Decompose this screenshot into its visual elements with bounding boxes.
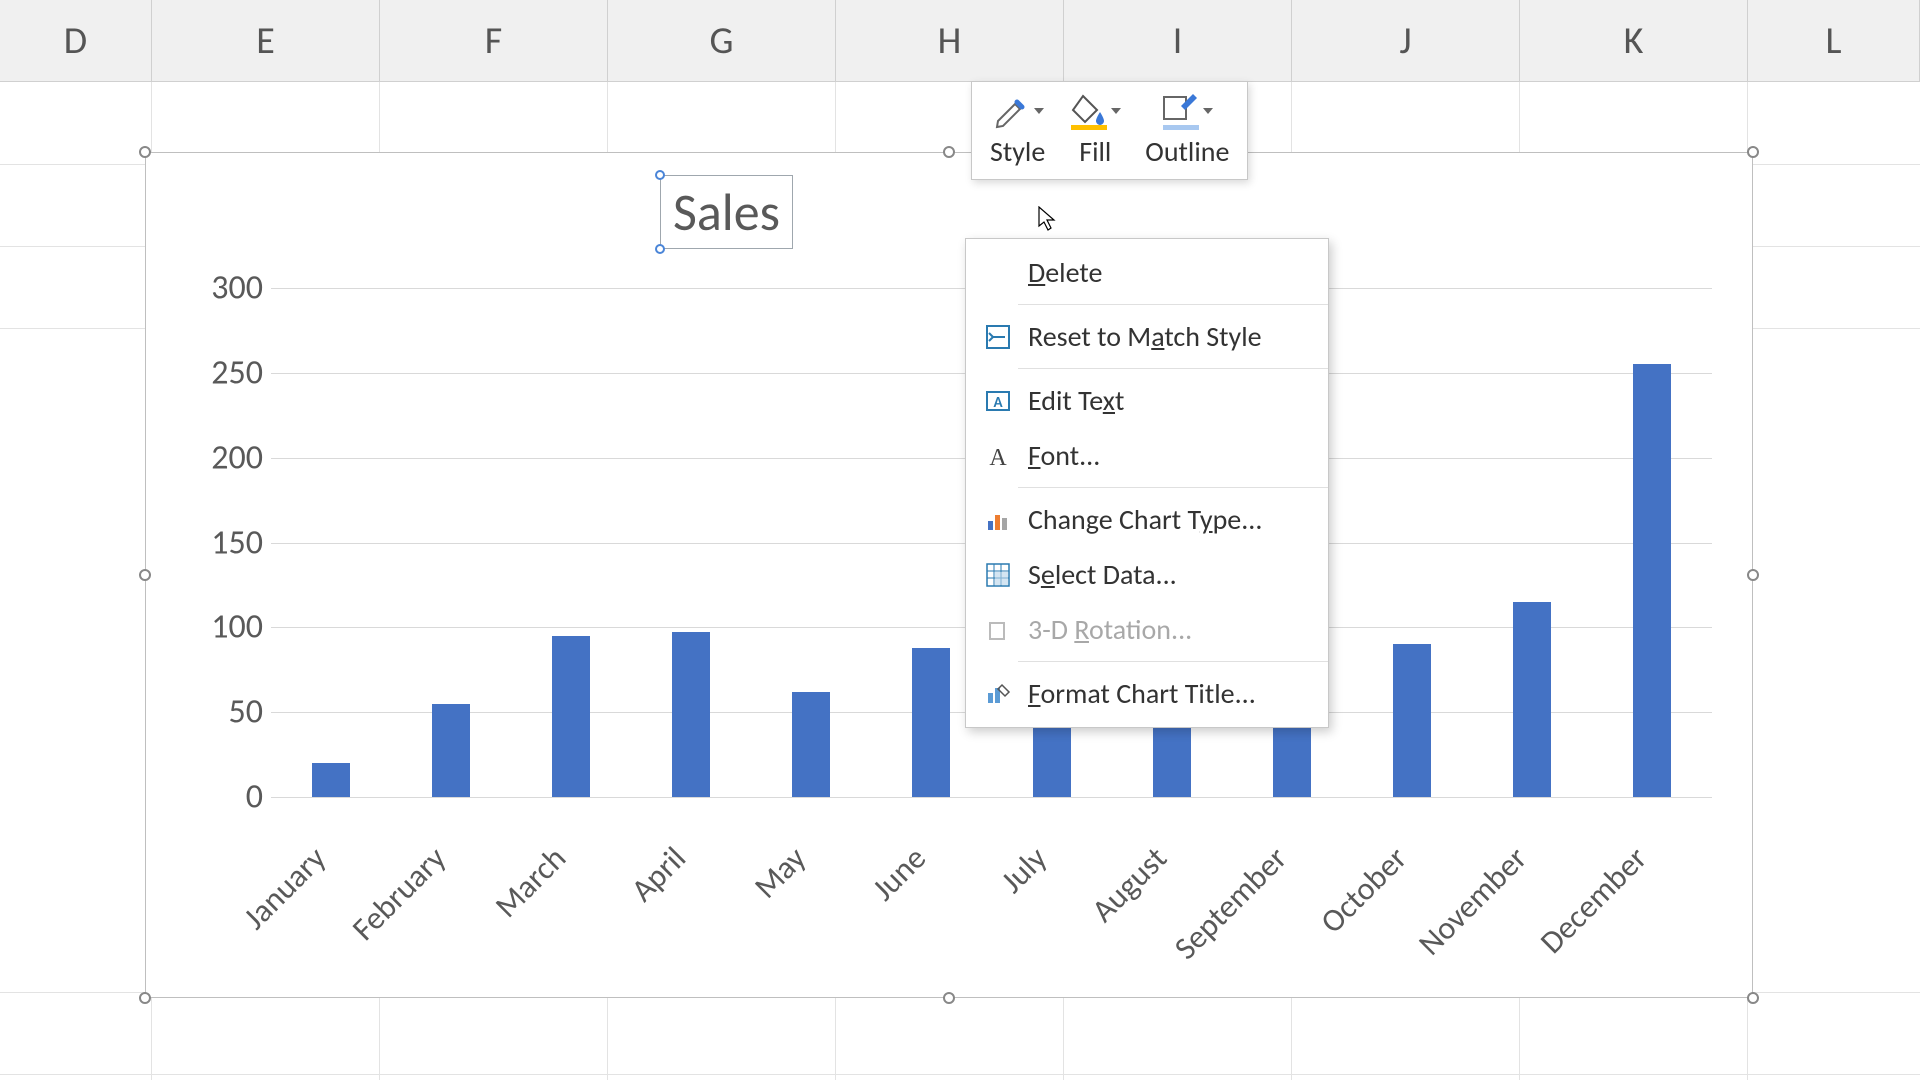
menu-format-chart-title[interactable]: Format Chart Title... xyxy=(966,666,1328,721)
chart-title[interactable]: Sales xyxy=(660,175,793,249)
bar[interactable] xyxy=(432,704,470,797)
menu-separator xyxy=(1018,661,1328,662)
style-button[interactable]: Style xyxy=(980,88,1055,173)
title-handle-tl[interactable] xyxy=(655,170,665,180)
outline-icon xyxy=(1161,92,1201,130)
bar[interactable] xyxy=(672,632,710,797)
menu-font[interactable]: A Font... xyxy=(966,428,1328,483)
menu-delete[interactable]: Delete xyxy=(966,245,1328,300)
outline-label: Outline xyxy=(1145,134,1229,169)
chart-handle-tr[interactable] xyxy=(1747,146,1759,158)
font-icon: A xyxy=(980,441,1016,471)
menu-edit-text[interactable]: A Edit Text xyxy=(966,373,1328,428)
gridline xyxy=(271,797,1712,798)
menu-reset-style[interactable]: Reset to Match Style xyxy=(966,309,1328,364)
mini-toolbar: Style Fill Outline xyxy=(971,81,1248,180)
chart-handle-ml[interactable] xyxy=(139,569,151,581)
y-tick-label: 0 xyxy=(246,777,263,818)
fill-label: Fill xyxy=(1079,134,1111,169)
bar[interactable] xyxy=(552,636,590,797)
select-data-icon xyxy=(980,560,1016,590)
menu-separator xyxy=(1018,304,1328,305)
chevron-down-icon xyxy=(1203,108,1213,114)
chart-handle-mr[interactable] xyxy=(1747,569,1759,581)
y-axis[interactable]: 050100150200250300 xyxy=(181,288,271,797)
outline-button[interactable]: Outline xyxy=(1135,88,1239,173)
reset-icon xyxy=(980,322,1016,352)
menu-change-chart-type[interactable]: Change Chart Type... xyxy=(966,492,1328,547)
chart-handle-tl[interactable] xyxy=(139,146,151,158)
y-tick-label: 250 xyxy=(211,352,263,393)
column-headers: D E F G H I J K L xyxy=(0,0,1920,82)
bar[interactable] xyxy=(1633,364,1671,797)
x-axis-labels[interactable]: JanuaryFebruaryMarchAprilMayJuneJulyAugu… xyxy=(271,807,1712,987)
bar[interactable] xyxy=(1513,602,1551,797)
menu-separator xyxy=(1018,487,1328,488)
column-header-f[interactable]: F xyxy=(380,0,608,81)
column-header-k[interactable]: K xyxy=(1520,0,1748,81)
menu-3d-rotation: 3-D Rotation... xyxy=(966,602,1328,657)
column-header-i[interactable]: I xyxy=(1064,0,1292,81)
chart-title-text: Sales xyxy=(673,180,780,244)
bar[interactable] xyxy=(312,763,350,797)
chart-object[interactable]: Sales 0 50 100 150 200 250 300 JanuaryFebruary… xyxy=(145,152,1753,998)
y-tick-label: 300 xyxy=(211,268,263,309)
chevron-down-icon xyxy=(1034,108,1044,114)
y-tick-label: 50 xyxy=(229,692,263,733)
y-tick-label: 150 xyxy=(211,522,263,563)
style-label: Style xyxy=(990,134,1045,169)
bar[interactable] xyxy=(912,648,950,797)
chevron-down-icon xyxy=(1111,108,1121,114)
menu-select-data[interactable]: Select Data... xyxy=(966,547,1328,602)
chart-handle-bl[interactable] xyxy=(139,992,151,1004)
fill-button[interactable]: Fill xyxy=(1059,88,1131,173)
format-icon xyxy=(980,679,1016,709)
column-header-h[interactable]: H xyxy=(836,0,1064,81)
title-handle-bl[interactable] xyxy=(655,244,665,254)
y-tick-label: 200 xyxy=(211,437,263,478)
menu-separator xyxy=(1018,368,1328,369)
bar[interactable] xyxy=(1393,644,1431,797)
rotation-icon xyxy=(980,615,1016,645)
edit-text-icon: A xyxy=(980,386,1016,416)
column-header-j[interactable]: J xyxy=(1292,0,1520,81)
plot-area[interactable]: 050100150200250300 xyxy=(181,288,1712,797)
column-header-e[interactable]: E xyxy=(152,0,380,81)
chart-handle-tm[interactable] xyxy=(943,146,955,158)
bar[interactable] xyxy=(792,692,830,797)
fill-icon xyxy=(1069,92,1109,130)
context-menu: Delete Reset to Match Style A Edit Text … xyxy=(965,238,1329,728)
y-tick-label: 100 xyxy=(211,607,263,648)
chart-handle-bm[interactable] xyxy=(943,992,955,1004)
svg-text:A: A xyxy=(993,394,1003,412)
blank-icon xyxy=(980,258,1016,288)
column-header-d[interactable]: D xyxy=(0,0,152,81)
column-header-g[interactable]: G xyxy=(608,0,836,81)
style-icon xyxy=(992,92,1032,130)
column-header-l[interactable]: L xyxy=(1748,0,1920,81)
chart-handle-br[interactable] xyxy=(1747,992,1759,1004)
chart-type-icon xyxy=(980,505,1016,535)
svg-text:A: A xyxy=(989,445,1007,469)
